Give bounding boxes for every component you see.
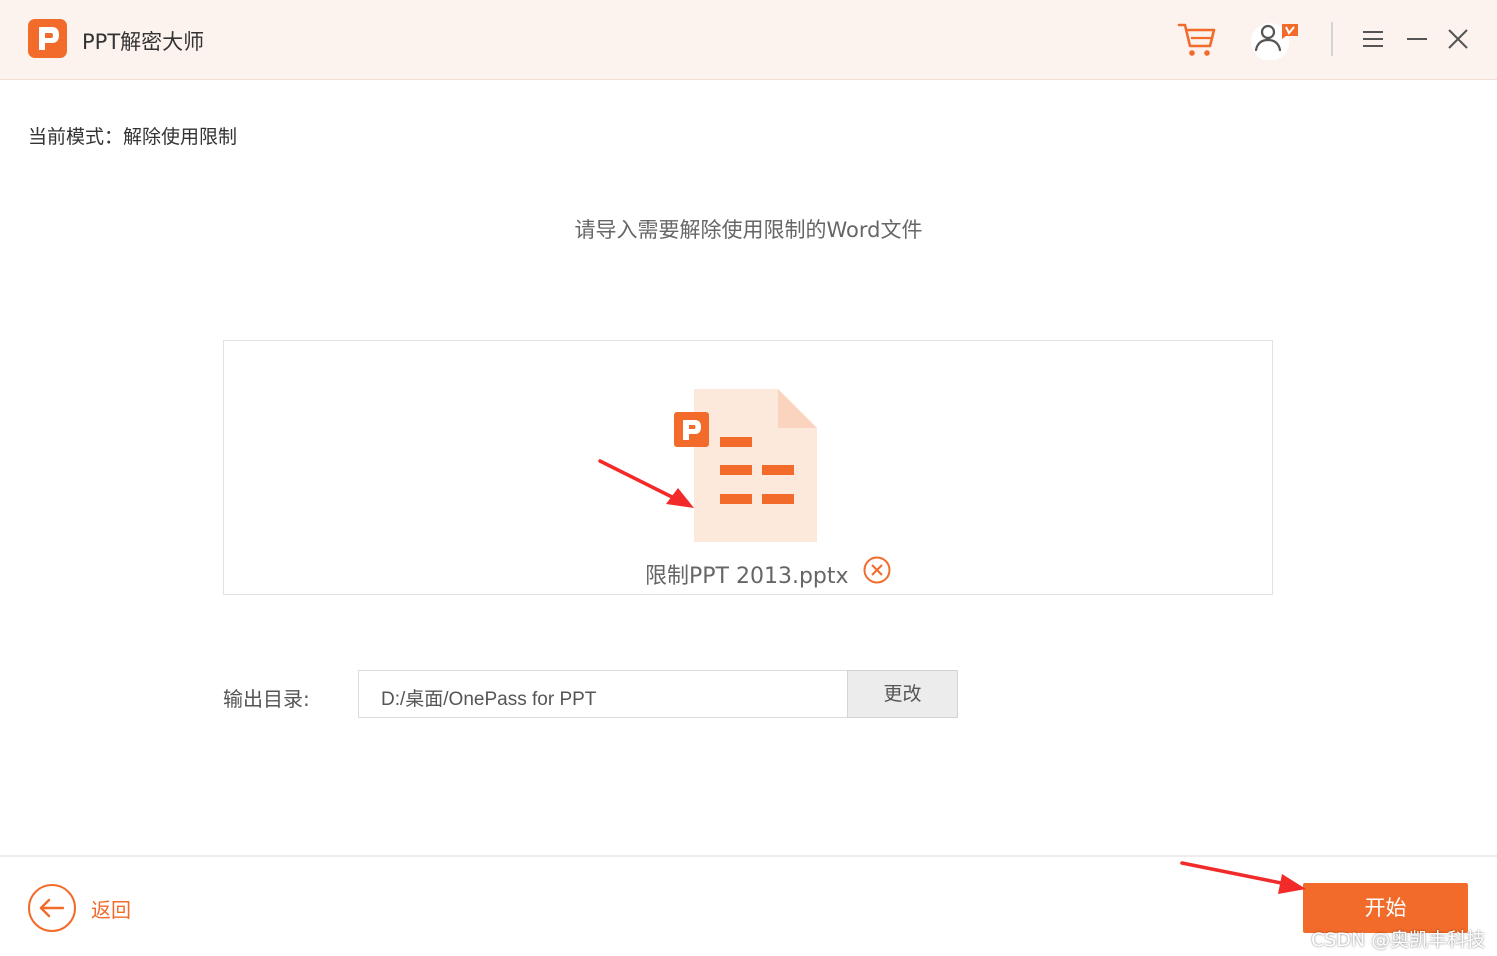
output-dir-label: 输出目录: [223, 687, 310, 711]
titlebar-separator [1331, 22, 1333, 56]
change-dir-button[interactable]: 更改 [847, 670, 958, 718]
import-prompt: 请导入需要解除使用限制的Word文件 [574, 218, 923, 242]
close-icon[interactable] [1441, 22, 1475, 56]
title-bar: PPT解密大师 [0, 0, 1497, 80]
annotation-arrow-icon [1178, 858, 1310, 898]
minimize-icon[interactable] [1400, 22, 1434, 56]
watermark: CSDN @奥凯丰科技 [1311, 929, 1486, 951]
file-name: 限制PPT 2013.pptx [645, 564, 849, 589]
menu-icon[interactable] [1356, 22, 1390, 56]
cart-icon[interactable] [1176, 18, 1218, 60]
annotation-arrow-icon [596, 455, 700, 515]
user-vip-icon[interactable] [1248, 18, 1304, 61]
footer-divider [0, 855, 1497, 857]
current-mode-label: 当前模式：解除使用限制 [28, 126, 238, 148]
output-dir-field[interactable]: D:/桌面/OnePass for PPT [358, 670, 848, 718]
back-button[interactable]: 返回 [91, 894, 131, 923]
remove-file-button[interactable] [862, 555, 892, 585]
back-arrow-icon[interactable] [27, 883, 77, 933]
app-logo-icon [28, 19, 67, 58]
app-title: PPT解密大师 [82, 30, 205, 54]
